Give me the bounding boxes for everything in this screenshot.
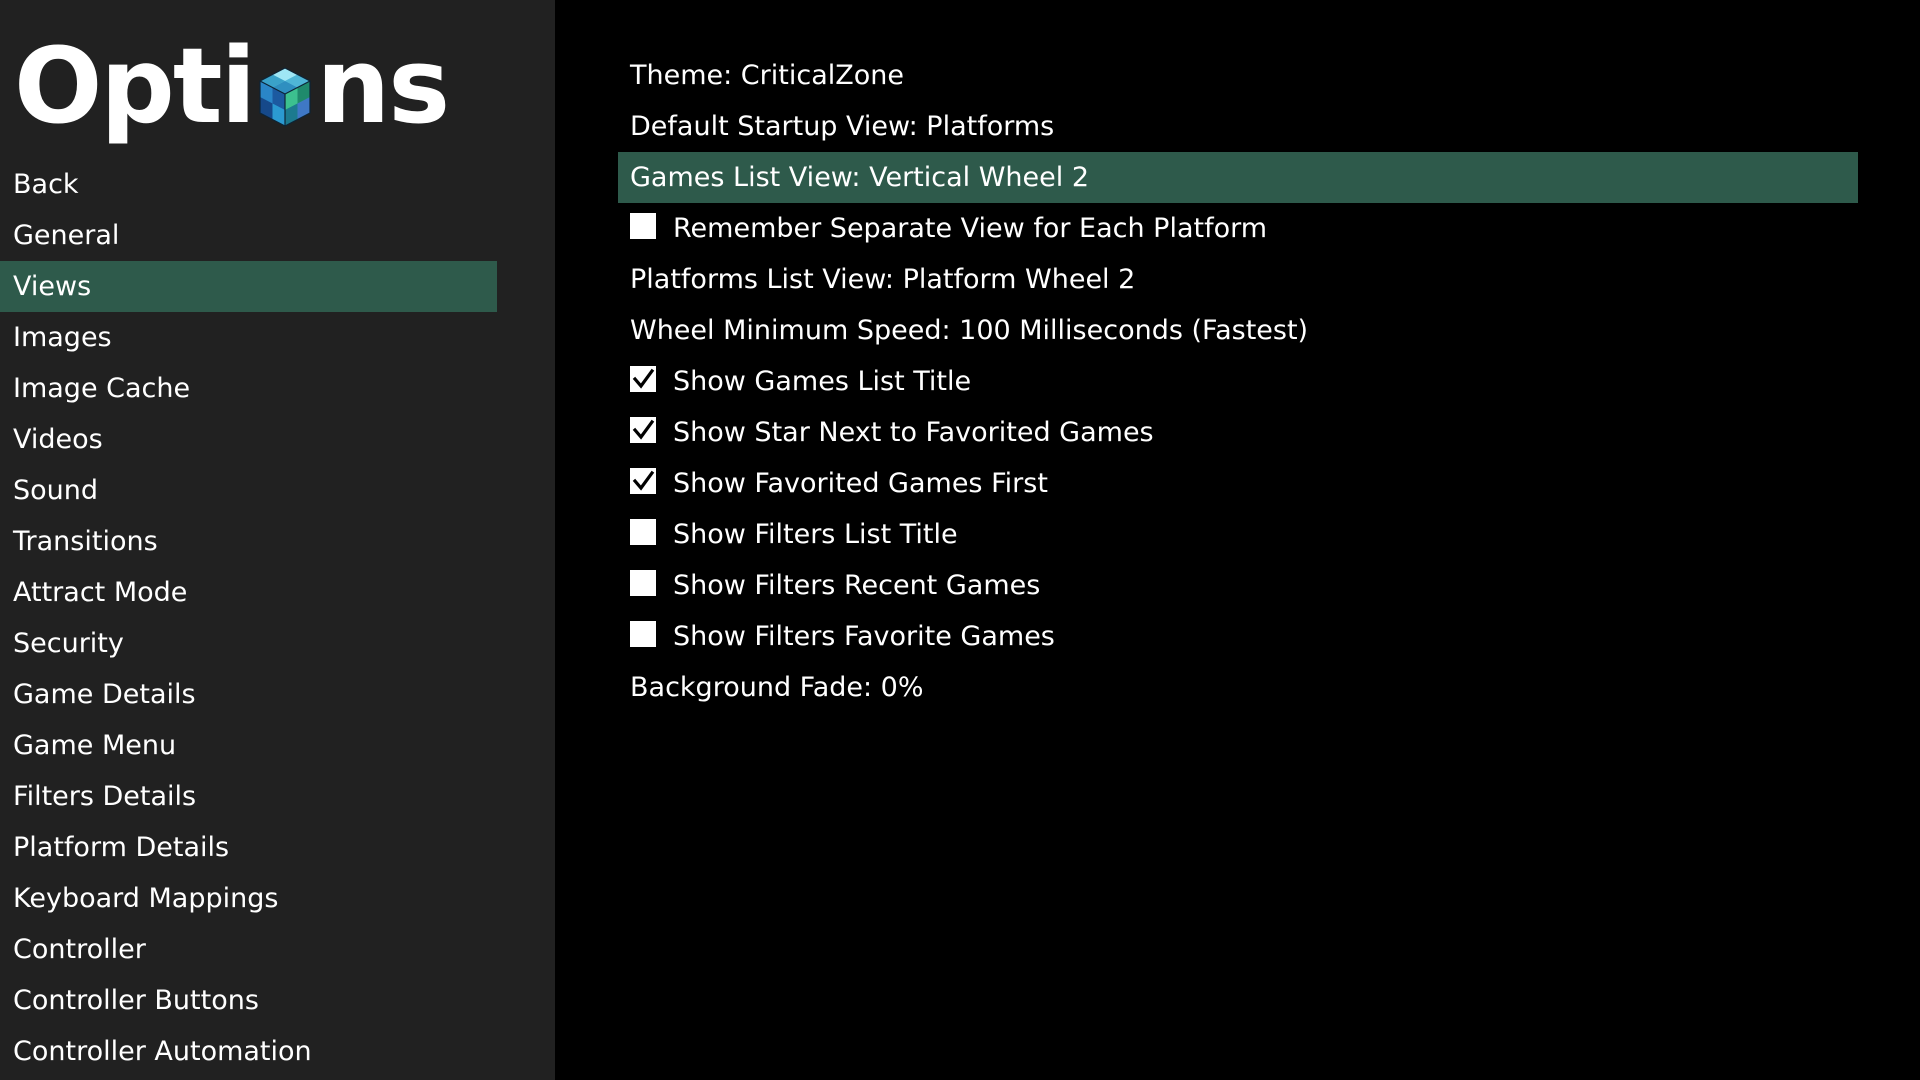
option-show-filters-list-title[interactable]: Show Filters List Title bbox=[618, 509, 1858, 560]
sidebar-item-label: Controller Buttons bbox=[13, 985, 259, 1016]
option-wheel-minimum-speed[interactable]: Wheel Minimum Speed: 100 Milliseconds (F… bbox=[618, 305, 1858, 356]
sidebar-item-label: Controller Automation bbox=[13, 1036, 312, 1067]
logo-text-start: Opti bbox=[14, 25, 256, 147]
sidebar-item-label: Keyboard Mappings bbox=[13, 883, 279, 914]
checkmark-icon bbox=[631, 520, 655, 544]
sidebar-item-label: Views bbox=[13, 271, 92, 302]
option-label: Show Favorited Games First bbox=[673, 468, 1048, 499]
sidebar-item-label: Attract Mode bbox=[13, 577, 188, 608]
option-label: Show Star Next to Favorited Games bbox=[673, 417, 1154, 448]
sidebar-item-label: Videos bbox=[13, 424, 103, 455]
checkbox[interactable] bbox=[630, 569, 656, 596]
option-label: Show Filters Recent Games bbox=[673, 570, 1041, 601]
option-label: Theme: CriticalZone bbox=[630, 60, 904, 91]
option-label: Games List View: Vertical Wheel 2 bbox=[630, 162, 1090, 193]
checkbox[interactable] bbox=[630, 518, 656, 545]
sidebar-item-label: Image Cache bbox=[13, 373, 191, 404]
sidebar-item-label: Sound bbox=[13, 475, 99, 506]
option-label: Default Startup View: Platforms bbox=[630, 111, 1055, 142]
option-theme[interactable]: Theme: CriticalZone bbox=[618, 50, 1858, 101]
option-remember-separate-view-for-each-platform[interactable]: Remember Separate View for Each Platform bbox=[618, 203, 1858, 254]
sidebar-item-label: General bbox=[13, 220, 120, 251]
checkmark-icon bbox=[631, 571, 655, 595]
sidebar-item-label: Platform Details bbox=[13, 832, 230, 863]
sidebar-item-general[interactable]: General bbox=[0, 210, 497, 261]
sidebar-item-controller-automation[interactable]: Controller Automation bbox=[0, 1026, 497, 1077]
checkbox[interactable] bbox=[630, 416, 656, 443]
option-label: Show Games List Title bbox=[673, 366, 972, 397]
sidebar-nav: Back General Views Images Image Cache Videos S… bbox=[0, 159, 497, 1077]
sidebar-item-back[interactable]: Back bbox=[0, 159, 497, 210]
cube-icon bbox=[256, 60, 314, 132]
option-games-list-view[interactable]: Games List View: Vertical Wheel 2 bbox=[618, 152, 1858, 203]
sidebar-item-label: Transitions bbox=[13, 526, 158, 557]
option-show-filters-recent-games[interactable]: Show Filters Recent Games bbox=[618, 560, 1858, 611]
sidebar-item-label: Game Details bbox=[13, 679, 196, 710]
checkbox[interactable] bbox=[630, 365, 656, 392]
option-label: Remember Separate View for Each Platform bbox=[673, 213, 1268, 244]
sidebar-item-label: Images bbox=[13, 322, 112, 353]
sidebar-item-game-menu[interactable]: Game Menu bbox=[0, 720, 497, 771]
option-show-star-next-to-favorited-games[interactable]: Show Star Next to Favorited Games bbox=[618, 407, 1858, 458]
sidebar-item-transitions[interactable]: Transitions bbox=[0, 516, 497, 567]
sidebar-item-label: Filters Details bbox=[13, 781, 197, 812]
sidebar-item-platform-details[interactable]: Platform Details bbox=[0, 822, 497, 873]
option-default-startup-view[interactable]: Default Startup View: Platforms bbox=[618, 101, 1858, 152]
sidebar-item-label: Security bbox=[13, 628, 124, 659]
sidebar-item-keyboard-mappings[interactable]: Keyboard Mappings bbox=[0, 873, 497, 924]
checkmark-icon bbox=[632, 470, 655, 491]
option-label: Show Filters Favorite Games bbox=[673, 621, 1055, 652]
checkbox[interactable] bbox=[630, 620, 656, 647]
sidebar-item-filters-details[interactable]: Filters Details bbox=[0, 771, 497, 822]
checkmark-icon bbox=[631, 214, 655, 238]
options-screen: Opti ns Back General Views Images Image … bbox=[0, 0, 1920, 1080]
sidebar-item-attract-mode[interactable]: Attract Mode bbox=[0, 567, 497, 618]
sidebar-item-images[interactable]: Images bbox=[0, 312, 497, 363]
logo-text-end: ns bbox=[316, 25, 450, 147]
options-logo: Opti ns bbox=[14, 8, 450, 147]
sidebar-item-game-details[interactable]: Game Details bbox=[0, 669, 497, 720]
sidebar-item-videos[interactable]: Videos bbox=[0, 414, 497, 465]
sidebar-item-label: Game Menu bbox=[13, 730, 177, 761]
option-label: Wheel Minimum Speed: 100 Milliseconds (F… bbox=[630, 315, 1309, 346]
checkmark-icon bbox=[631, 622, 655, 646]
sidebar-item-image-cache[interactable]: Image Cache bbox=[0, 363, 497, 414]
option-background-fade[interactable]: Background Fade: 0% bbox=[618, 662, 1858, 713]
sidebar-item-security[interactable]: Security bbox=[0, 618, 497, 669]
option-label: Show Filters List Title bbox=[673, 519, 958, 550]
option-label: Platforms List View: Platform Wheel 2 bbox=[630, 264, 1136, 295]
sidebar-item-sound[interactable]: Sound bbox=[0, 465, 497, 516]
checkmark-icon bbox=[632, 419, 655, 440]
checkmark-icon bbox=[632, 368, 655, 389]
sidebar-item-label: Back bbox=[13, 169, 79, 200]
option-show-games-list-title[interactable]: Show Games List Title bbox=[618, 356, 1858, 407]
option-show-filters-favorite-games[interactable]: Show Filters Favorite Games bbox=[618, 611, 1858, 662]
sidebar: Opti ns Back General Views Images Image … bbox=[0, 0, 555, 1080]
options-list: Theme: CriticalZone Default Startup View:… bbox=[618, 50, 1858, 713]
option-platforms-list-view[interactable]: Platforms List View: Platform Wheel 2 bbox=[618, 254, 1858, 305]
sidebar-item-controller[interactable]: Controller bbox=[0, 924, 497, 975]
checkbox[interactable] bbox=[630, 467, 656, 494]
sidebar-item-views[interactable]: Views bbox=[0, 261, 497, 312]
option-label: Background Fade: 0% bbox=[630, 672, 924, 703]
checkbox[interactable] bbox=[630, 212, 656, 239]
sidebar-item-controller-buttons[interactable]: Controller Buttons bbox=[0, 975, 497, 1026]
sidebar-item-label: Controller bbox=[13, 934, 146, 965]
option-show-favorited-games-first[interactable]: Show Favorited Games First bbox=[618, 458, 1858, 509]
